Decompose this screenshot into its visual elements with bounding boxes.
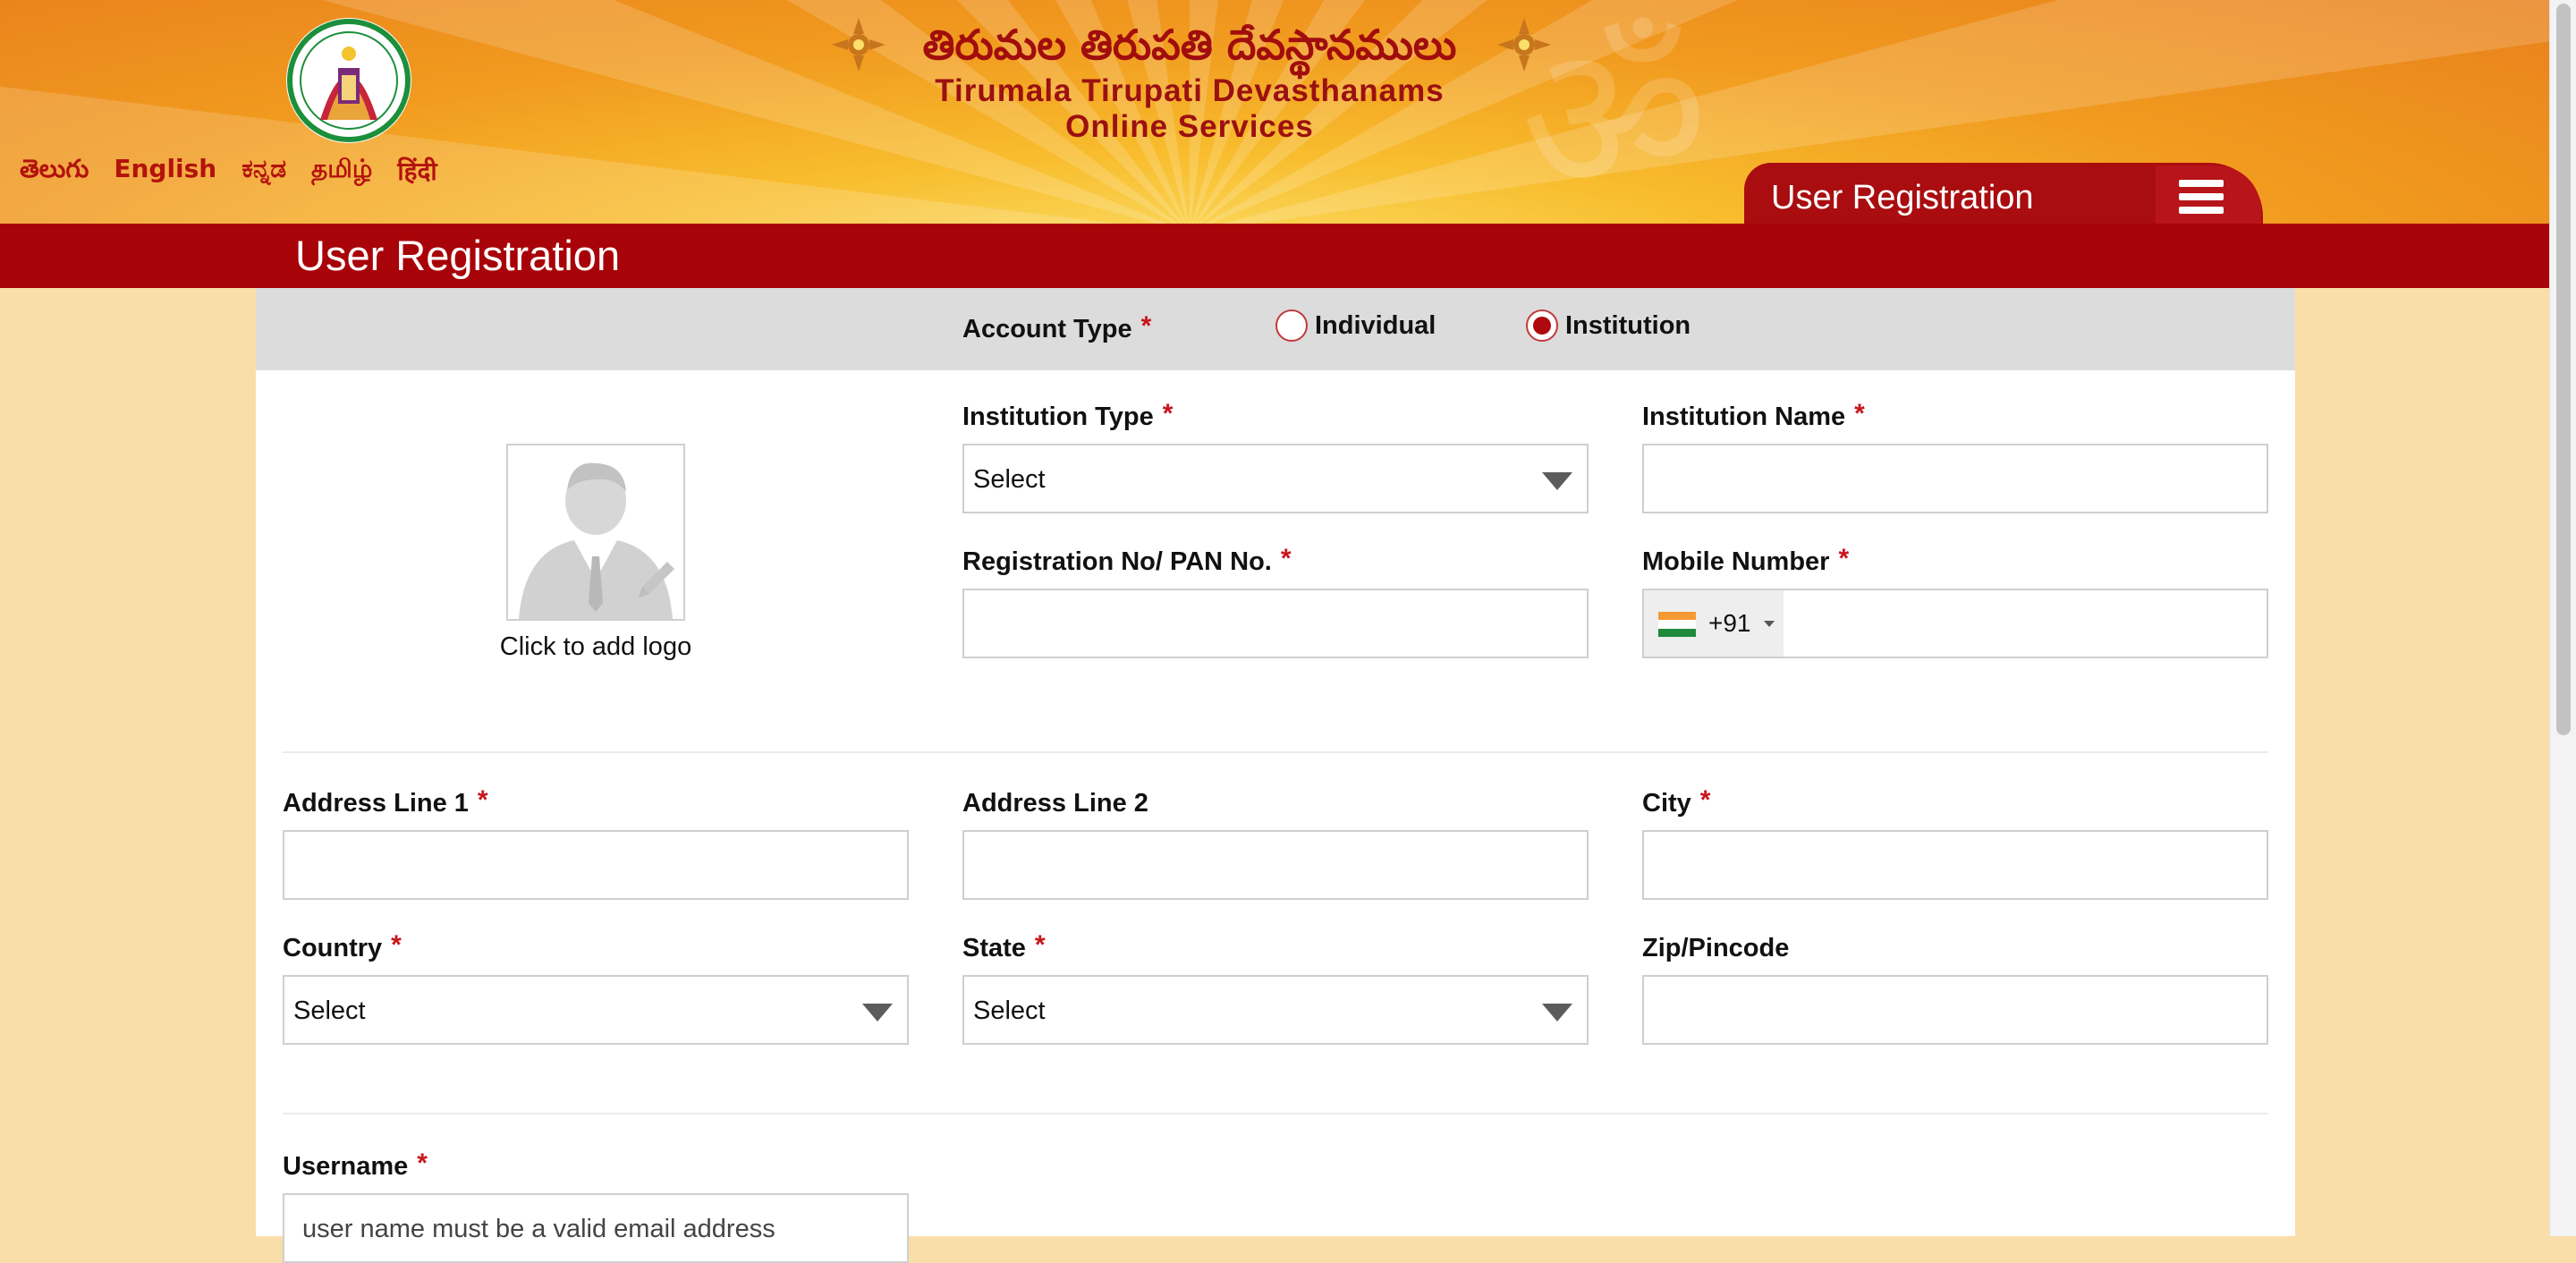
zip-input[interactable] xyxy=(1642,975,2268,1045)
add-logo-caption[interactable]: Click to add logo xyxy=(462,632,730,662)
account-type-section: Account Type * Individual Institution xyxy=(256,288,2295,370)
required-marker: * xyxy=(1034,930,1046,960)
page-scrollbar[interactable] xyxy=(2549,0,2576,1236)
address-line1-input[interactable] xyxy=(283,830,909,900)
country-label-text: Country xyxy=(283,934,383,962)
radio-individual-label[interactable]: Individual xyxy=(1315,311,1436,341)
country-select[interactable]: Select xyxy=(283,975,909,1045)
required-marker: * xyxy=(477,785,488,815)
mobile-number-label: Mobile Number * xyxy=(1642,544,1850,578)
registration-no-label-text: Registration No/ PAN No. xyxy=(962,547,1272,576)
address-line1-label: Address Line 1 * xyxy=(283,785,488,819)
address-line1-label-text: Address Line 1 xyxy=(283,789,469,818)
english-title-line1: Tirumala Tirupati Devasthanams xyxy=(935,73,1445,108)
radio-individual-circle[interactable] xyxy=(1275,309,1308,342)
country-code-text: +91 xyxy=(1708,609,1751,637)
ttd-emblem-logo[interactable] xyxy=(284,13,413,148)
required-marker: * xyxy=(417,1149,428,1178)
language-bar: తెలుగు English ಕನ್ನಡ தமிழ் हिंदी xyxy=(20,154,437,190)
required-marker: * xyxy=(1854,399,1865,428)
state-label-text: State xyxy=(962,934,1026,962)
country-code-selector[interactable]: +91 xyxy=(1644,590,1784,657)
state-select[interactable]: Select xyxy=(962,975,1589,1045)
radio-institution[interactable]: Institution xyxy=(1526,309,1690,342)
hamburger-icon-bar xyxy=(2179,193,2224,200)
scrollbar-thumb[interactable] xyxy=(2556,4,2571,735)
language-english[interactable]: English xyxy=(114,154,216,190)
language-telugu[interactable]: తెలుగు xyxy=(20,154,89,190)
username-label: Username * xyxy=(283,1149,428,1182)
required-marker: * xyxy=(1162,399,1174,428)
mobile-number-input[interactable] xyxy=(1785,590,2265,657)
institution-type-value: Select xyxy=(973,465,1046,494)
site-header: ॐ తెలుగు English ಕನ್ನಡ தமிழ் हिंदी తిరుమ… xyxy=(0,0,2549,224)
country-value: Select xyxy=(293,996,366,1025)
radio-institution-label[interactable]: Institution xyxy=(1565,311,1690,341)
username-placeholder: user name must be a valid email address xyxy=(302,1215,775,1243)
user-avatar-icon xyxy=(508,445,683,619)
india-flag-icon xyxy=(1658,612,1696,637)
city-label: City * xyxy=(1642,785,1710,819)
hamburger-icon xyxy=(2179,180,2224,187)
address-line2-label: Address Line 2 xyxy=(962,789,1148,818)
section-divider xyxy=(283,1113,2268,1115)
institution-name-label-text: Institution Name xyxy=(1642,403,1846,431)
zip-label: Zip/Pincode xyxy=(1642,934,1789,963)
registration-no-input[interactable] xyxy=(962,589,1589,658)
hamburger-icon-bar xyxy=(2179,207,2224,214)
logo-upload[interactable] xyxy=(506,444,685,621)
institution-name-label: Institution Name * xyxy=(1642,399,1865,433)
required-marker: * xyxy=(1140,311,1152,341)
city-input[interactable] xyxy=(1642,830,2268,900)
language-kannada[interactable]: ಕನ್ನಡ xyxy=(242,154,286,190)
language-tamil[interactable]: தமிழ் xyxy=(311,154,372,190)
language-hindi[interactable]: हिंदी xyxy=(397,154,436,190)
hamburger-menu-button[interactable] xyxy=(2156,165,2261,224)
username-input[interactable]: user name must be a valid email address xyxy=(283,1193,909,1263)
english-title-line2: Online Services xyxy=(1065,109,1314,144)
institution-type-select[interactable]: Select xyxy=(962,444,1589,513)
dropdown-caret-icon xyxy=(862,1004,893,1021)
required-marker: * xyxy=(1280,544,1292,573)
country-label: Country * xyxy=(283,930,402,964)
state-value: Select xyxy=(973,996,1046,1025)
username-label-text: Username xyxy=(283,1152,409,1181)
radio-institution-circle[interactable] xyxy=(1526,309,1558,342)
institution-name-input[interactable] xyxy=(1642,444,2268,513)
required-marker: * xyxy=(1699,785,1711,815)
state-label: State * xyxy=(962,930,1046,964)
section-divider xyxy=(283,751,2268,753)
account-type-label: Account Type * xyxy=(962,311,1151,345)
city-label-text: City xyxy=(1642,789,1691,818)
mobile-number-label-text: Mobile Number xyxy=(1642,547,1830,576)
page-title: User Registration xyxy=(295,232,621,279)
mobile-number-field: +91 xyxy=(1642,589,2268,658)
institution-type-label-text: Institution Type xyxy=(962,403,1154,431)
institution-type-label: Institution Type * xyxy=(962,399,1173,433)
site-title: తిరుమల తిరుపతి దేవస్థానములు Tirumala Tir… xyxy=(832,16,1547,145)
dropdown-caret-icon xyxy=(1542,1004,1572,1021)
address-line2-label-text: Address Line 2 xyxy=(962,789,1148,818)
chevron-down-icon xyxy=(1764,621,1775,627)
address-line2-input[interactable] xyxy=(962,830,1589,900)
telugu-title: తిరుమల తిరుపతి దేవస్థానములు xyxy=(922,21,1457,69)
dropdown-caret-icon xyxy=(1542,472,1572,490)
registration-no-label: Registration No/ PAN No. * xyxy=(962,544,1292,578)
zip-label-text: Zip/Pincode xyxy=(1642,934,1790,962)
page-title-bar: User Registration xyxy=(0,224,2549,288)
required-marker: * xyxy=(391,930,402,960)
required-marker: * xyxy=(1838,544,1850,573)
registration-form: Account Type * Individual Institution Cli… xyxy=(256,288,2295,1263)
radio-individual[interactable]: Individual xyxy=(1275,309,1436,342)
account-type-label-text: Account Type xyxy=(962,315,1132,343)
user-registration-tab-label: User Registration xyxy=(1771,179,2034,216)
